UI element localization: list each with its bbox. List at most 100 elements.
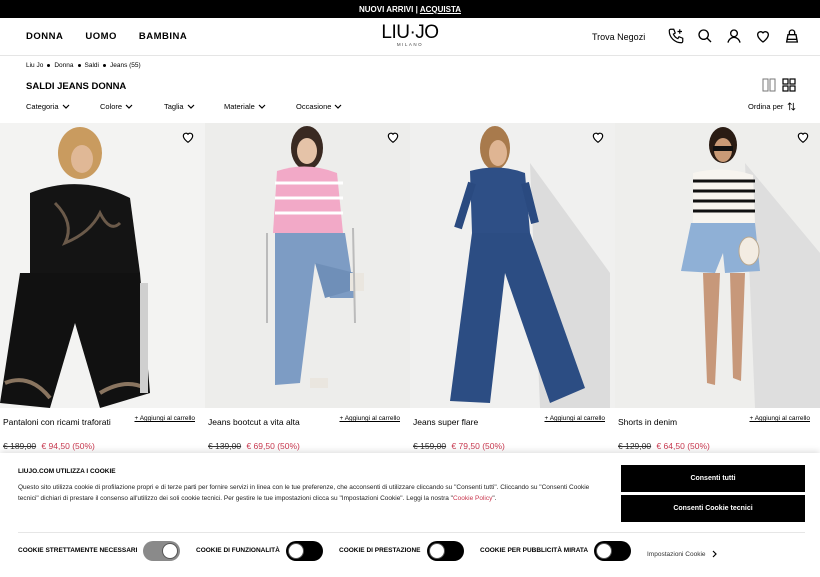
breadcrumb-item-current: Jeans (55) (109, 62, 141, 69)
product-name[interactable]: Jeans super flare (413, 417, 533, 427)
bag-icon[interactable] (782, 26, 802, 46)
filter-label: Materiale (224, 102, 255, 111)
performance-cookies-toggle[interactable] (427, 541, 464, 561)
sort-dropdown[interactable]: Ordina per (748, 102, 796, 111)
chevron-down-icon (62, 104, 69, 109)
filter-label: Colore (100, 102, 123, 111)
breadcrumb-separator (47, 64, 51, 67)
filter-categoria[interactable]: Categoria (26, 102, 100, 111)
cookie-settings-link[interactable]: Impostazioni Cookie (647, 550, 717, 558)
product-price: € 129,00 € 64,50 (50%) (618, 441, 710, 451)
cookie-settings-label: Impostazioni Cookie (647, 550, 706, 558)
original-price: € 159,00 (413, 441, 447, 451)
wishlist-heart-icon[interactable] (591, 130, 605, 144)
breadcrumb: Liu Jo Donna Saldi Jeans (55) (26, 62, 141, 69)
filter-colore[interactable]: Colore (100, 102, 164, 111)
cookie-title: LIUJO.COM UTILIZZA I COOKIE (18, 468, 116, 475)
advertising-cookies-toggle[interactable] (594, 541, 631, 561)
product-name[interactable]: Jeans bootcut a vita alta (208, 417, 328, 427)
header-icons (666, 26, 802, 46)
original-price: € 129,00 (618, 441, 652, 451)
wishlist-heart-icon[interactable] (181, 130, 195, 144)
phone-icon[interactable] (666, 26, 686, 46)
sale-price: € 79,50 (50%) (451, 441, 505, 451)
product-price: € 139,00 € 69,50 (50%) (208, 441, 300, 451)
announcement-link[interactable]: ACQUISTA (420, 5, 461, 14)
toggle-label: COOKIE PER PUBBLICITÀ MIRATA (480, 547, 589, 554)
accept-all-button[interactable]: Consenti tutti (621, 465, 805, 492)
breadcrumb-separator (77, 64, 81, 67)
product-card[interactable]: Pantaloni con ricami traforati + Aggiung… (0, 123, 205, 453)
product-price: € 189,00 € 94,50 (50%) (3, 441, 95, 451)
breadcrumb-item[interactable]: Saldi (85, 62, 99, 69)
sale-price: € 64,50 (50%) (656, 441, 710, 451)
filter-label: Categoria (26, 102, 59, 111)
product-image[interactable] (410, 123, 615, 408)
store-locator-link[interactable]: Trova Negozi (592, 32, 645, 42)
view-toggle (762, 78, 796, 92)
original-price: € 189,00 (3, 441, 37, 451)
accept-technical-button[interactable]: Consenti Cookie tecnici (621, 495, 805, 522)
cookie-description: Questo sito utilizza cookie di profilazi… (18, 482, 598, 504)
sort-label: Ordina per (748, 102, 784, 111)
filter-materiale[interactable]: Materiale (224, 102, 296, 111)
cookie-text: Questo sito utilizza cookie di profilazi… (18, 484, 590, 502)
filter-occasione[interactable]: Occasione (296, 102, 376, 111)
toggle-label: COOKIE DI PRESTAZIONE (339, 547, 421, 554)
necessary-cookies-toggle[interactable] (143, 541, 180, 561)
chevron-right-icon (712, 550, 717, 558)
toggle-label: COOKIE DI FUNZIONALITÀ (196, 547, 280, 554)
nav-bambina[interactable]: BAMBINA (139, 31, 187, 42)
nav-donna[interactable]: DONNA (26, 31, 63, 42)
four-column-view-icon[interactable] (782, 78, 796, 92)
logo-text: LIU·JO (381, 22, 439, 43)
product-image[interactable] (205, 123, 410, 408)
wishlist-icon[interactable] (753, 26, 773, 46)
filter-bar: Categoria Colore Taglia Materiale Occasi… (26, 102, 376, 111)
product-card[interactable]: Jeans super flare + Aggiungi al carrello… (410, 123, 615, 453)
product-image[interactable] (0, 123, 205, 408)
product-name[interactable]: Shorts in denim (618, 417, 738, 427)
add-to-cart-link[interactable]: + Aggiungi al carrello (339, 415, 400, 422)
breadcrumb-item[interactable]: Liu Jo (26, 62, 43, 69)
cookie-text-end: ". (492, 495, 497, 502)
sale-price: € 69,50 (50%) (246, 441, 300, 451)
product-card[interactable]: Jeans bootcut a vita alta + Aggiungi al … (205, 123, 410, 453)
search-icon[interactable] (695, 26, 715, 46)
add-to-cart-link[interactable]: + Aggiungi al carrello (544, 415, 605, 422)
add-to-cart-link[interactable]: + Aggiungi al carrello (134, 415, 195, 422)
product-card[interactable]: Shorts in denim + Aggiungi al carrello €… (615, 123, 820, 453)
two-column-view-icon[interactable] (762, 78, 776, 92)
site-header: DONNA UOMO BAMBINA LIU·JO MILANO Trova N… (0, 18, 820, 56)
filter-label: Occasione (296, 102, 332, 111)
breadcrumb-item[interactable]: Donna (54, 62, 73, 69)
chevron-down-icon (125, 104, 133, 109)
account-icon[interactable] (724, 26, 744, 46)
sale-price: € 94,50 (50%) (41, 441, 95, 451)
filter-label: Taglia (164, 102, 184, 111)
add-to-cart-link[interactable]: + Aggiungi al carrello (749, 415, 810, 422)
original-price: € 139,00 (208, 441, 242, 451)
toggle-label: COOKIE STRETTAMENTE NECESSARI (18, 547, 138, 554)
announcement-text: NUOVI ARRIVI | (358, 4, 418, 14)
product-price: € 159,00 € 79,50 (50%) (413, 441, 505, 451)
announcement-bar: NUOVI ARRIVI | ACQUISTA (0, 0, 820, 18)
wishlist-heart-icon[interactable] (386, 130, 400, 144)
brand-logo[interactable]: LIU·JO MILANO (380, 22, 440, 47)
nav-uomo[interactable]: UOMO (85, 31, 117, 42)
chevron-down-icon (335, 104, 342, 109)
cookie-policy-link[interactable]: Cookie Policy (453, 495, 492, 502)
main-nav: DONNA UOMO BAMBINA (26, 31, 187, 42)
cookie-banner: LIUJO.COM UTILIZZA I COOKIE Questo sito … (0, 453, 820, 577)
breadcrumb-separator (102, 64, 106, 67)
divider (18, 532, 805, 533)
sort-icon (788, 102, 796, 111)
wishlist-heart-icon[interactable] (796, 130, 810, 144)
functionality-cookies-toggle[interactable] (286, 541, 323, 561)
filter-taglia[interactable]: Taglia (164, 102, 224, 111)
chevron-down-icon (187, 104, 195, 109)
chevron-down-icon (258, 104, 266, 109)
product-name[interactable]: Pantaloni con ricami traforati (3, 417, 123, 427)
product-image[interactable] (615, 123, 820, 408)
product-grid: Pantaloni con ricami traforati + Aggiung… (0, 123, 820, 453)
